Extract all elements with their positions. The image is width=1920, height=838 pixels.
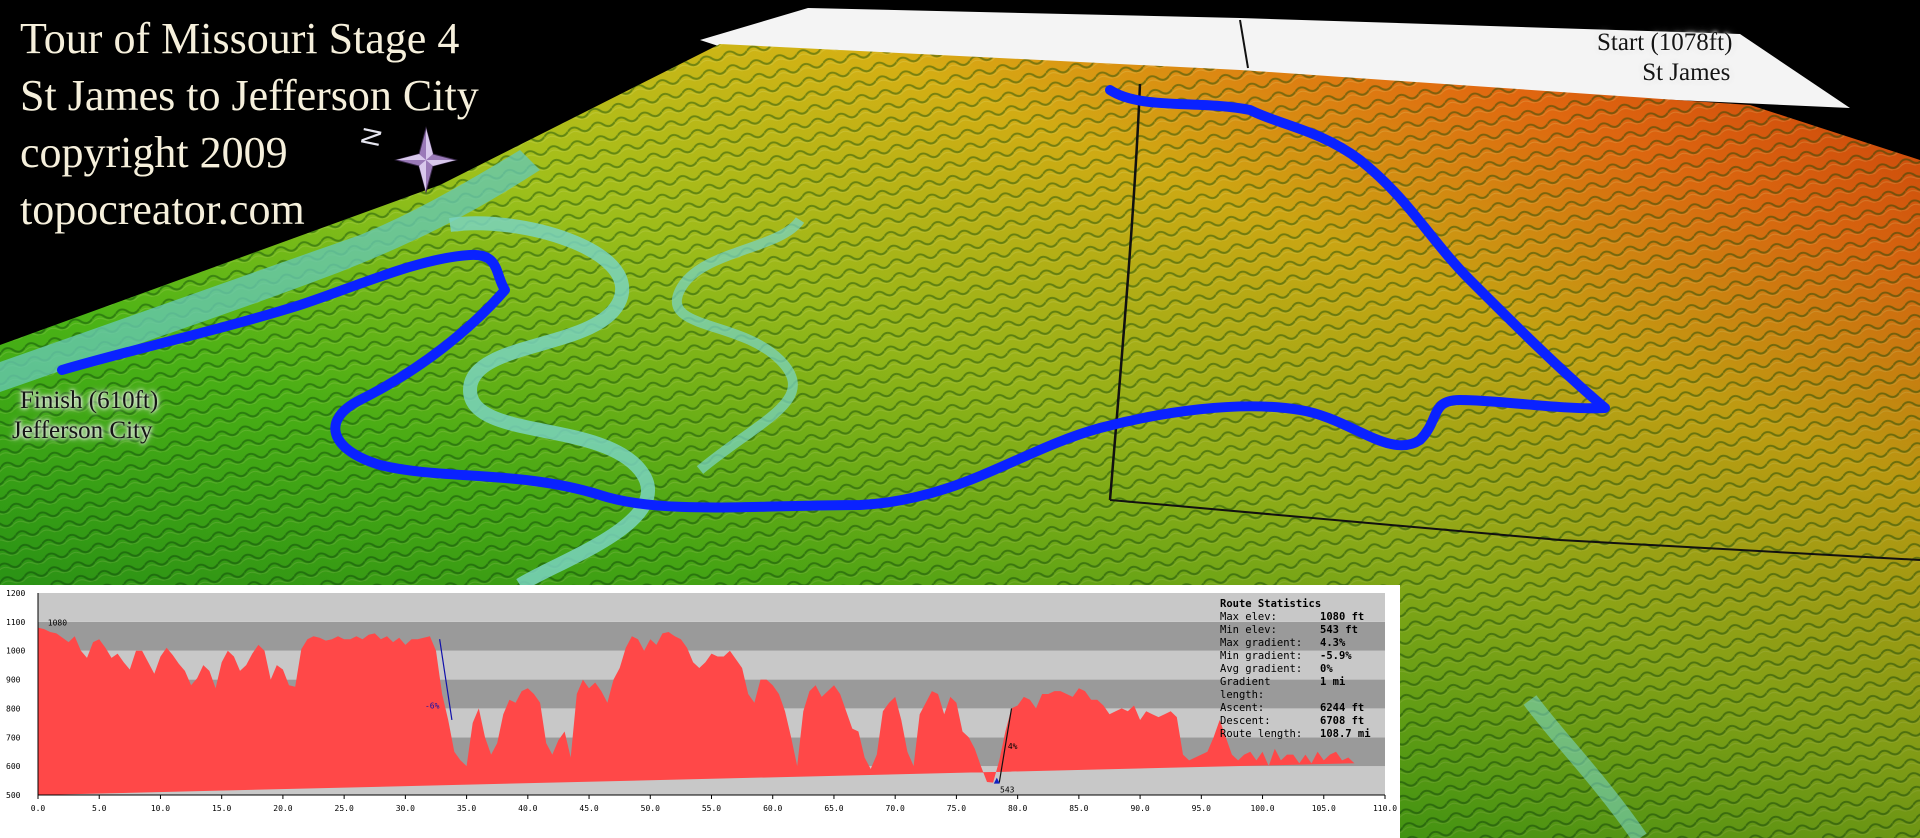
grid-band [38, 621, 1385, 651]
stat-label: Gradient length: [1220, 676, 1271, 701]
stat-row: Ascent: 6244 ft [1220, 702, 1371, 715]
stats-title: Route Statistics [1220, 598, 1322, 610]
x-tick-label: 70.0 [886, 804, 905, 813]
x-tick-label: 35.0 [457, 804, 476, 813]
y-tick-label: 1200 [6, 589, 25, 598]
stat-label: Avg gradient: [1220, 663, 1303, 675]
x-tick-label: 40.0 [518, 804, 537, 813]
stat-row: Route length: 108.7 mi [1220, 728, 1371, 741]
x-tick-label: 10.0 [151, 804, 170, 813]
stat-value: 0% [1320, 663, 1333, 675]
y-tick-label: 700 [6, 733, 21, 742]
x-tick-label: 20.0 [273, 804, 292, 813]
ascent-grade-annotation: 4% [1008, 742, 1018, 751]
x-tick-label: 110.0 [1373, 804, 1397, 813]
stat-value: -5.9% [1320, 650, 1352, 662]
x-tick-label: 5.0 [92, 804, 107, 813]
x-tick-label: 30.0 [396, 804, 415, 813]
stat-label: Descent: [1220, 715, 1271, 727]
stat-value: 108.7 mi [1320, 728, 1371, 740]
stats-rows: Max elev: 1080 ft Min elev: 543 ft Max gradi… [1220, 611, 1371, 741]
stat-label: Ascent: [1220, 702, 1265, 714]
x-tick-label: 0.0 [31, 804, 46, 813]
stat-row: Max gradient: 4.3% [1220, 637, 1371, 650]
x-tick-label: 85.0 [1069, 804, 1088, 813]
grid-band [38, 593, 1385, 622]
y-tick-label: 800 [6, 704, 21, 713]
start-label: Start (1078ft) St James [1597, 28, 1732, 88]
max-elev-annotation: 1080 [48, 619, 67, 628]
x-tick-label: 50.0 [641, 804, 660, 813]
title-line-3: copyright 2009 [20, 128, 288, 177]
x-tick-label: 65.0 [824, 804, 843, 813]
title-line-1: Tour of Missouri Stage 4 [20, 14, 460, 63]
route-statistics: Route Statistics Max elev: 1080 ft Min ele… [1220, 598, 1371, 741]
x-tick-label: 105.0 [1312, 804, 1336, 813]
finish-elevation-label: Finish (610ft) [20, 387, 159, 414]
stat-label: Min elev: [1220, 624, 1277, 636]
elevation-profile-panel: 500 600 700 800 900 1000 1100 1200 0.0 5.0 10.0 15.… [0, 585, 1400, 838]
y-tick-label: 1100 [6, 618, 25, 627]
stat-value: 4.3% [1320, 637, 1346, 649]
title-line-2: St James to Jefferson City [20, 71, 479, 120]
descent-grade-annotation: -6% [425, 701, 440, 710]
start-elevation-label: Start (1078ft) [1597, 29, 1733, 56]
start-town-label: St James [1642, 59, 1731, 86]
x-tick-label: 90.0 [1130, 804, 1149, 813]
stat-row: Avg gradient: 0% [1220, 663, 1371, 676]
x-tick-label: 80.0 [1008, 804, 1027, 813]
x-tick-label: 100.0 [1250, 804, 1274, 813]
stat-label: Min gradient: [1220, 650, 1303, 662]
stat-value: 6708 ft [1320, 715, 1365, 727]
x-tick-label: 25.0 [335, 804, 354, 813]
y-tick-label: 1000 [6, 647, 25, 656]
x-tick-label: 55.0 [702, 804, 721, 813]
elevation-profile-chart: 500 600 700 800 900 1000 1100 1200 0.0 5.0 10.0 15.… [6, 589, 1397, 813]
finish-label: Finish (610ft) Jefferson City [12, 386, 158, 446]
y-tick-label: 500 [6, 791, 21, 800]
stat-row: Max elev: 1080 ft [1220, 611, 1371, 624]
stat-value: 543 ft [1320, 624, 1358, 636]
x-tick-label: 45.0 [579, 804, 598, 813]
stat-row: Descent: 6708 ft [1220, 715, 1371, 728]
x-tick-label: 15.0 [212, 804, 231, 813]
stat-label: Route length: [1220, 728, 1303, 740]
stat-row: Gradient length: 1 mi [1220, 676, 1371, 702]
y-tick-label: 900 [6, 676, 21, 685]
stat-value: 1 mi [1320, 676, 1346, 688]
compass-letter: N [355, 125, 388, 150]
x-tick-label: 75.0 [947, 804, 966, 813]
stat-row: Min elev: 543 ft [1220, 624, 1371, 637]
min-elev-annotation: 543 [1000, 786, 1015, 795]
y-tick-label: 600 [6, 762, 21, 771]
x-tick-label: 60.0 [763, 804, 782, 813]
x-tick-label: 95.0 [1192, 804, 1211, 813]
stat-row: Min gradient: -5.9% [1220, 650, 1371, 663]
finish-town-label: Jefferson City [12, 417, 153, 444]
stat-label: Max gradient: [1220, 637, 1303, 649]
stat-value: 6244 ft [1320, 702, 1365, 714]
stat-label: Max elev: [1220, 611, 1277, 623]
title-line-4: topocreator.com [20, 185, 305, 234]
stat-value: 1080 ft [1320, 611, 1365, 623]
